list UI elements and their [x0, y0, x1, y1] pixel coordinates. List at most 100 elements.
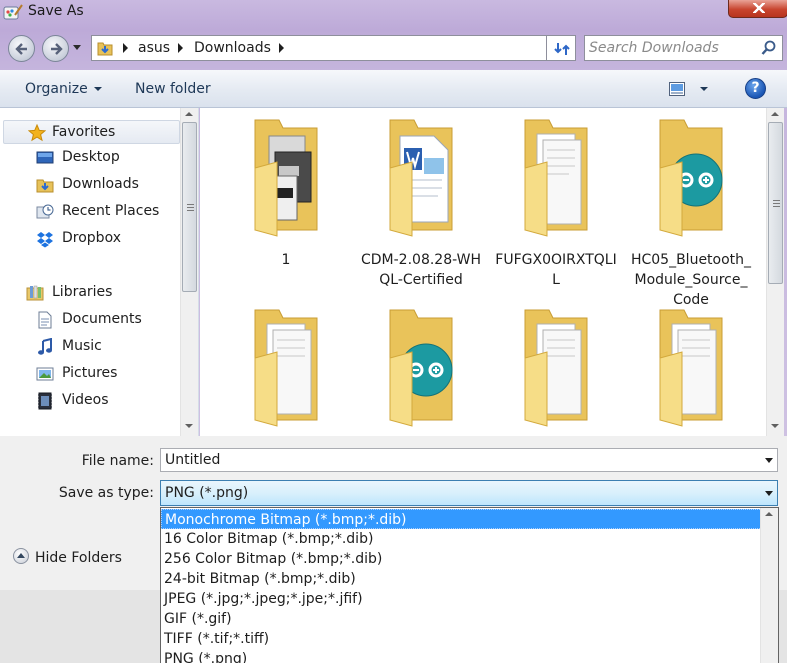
nav-item-label: Videos	[62, 392, 109, 408]
close-button[interactable]	[728, 0, 787, 18]
title-bar: Save As	[0, 0, 787, 26]
folder-with-arduino-icon	[659, 119, 723, 237]
nav-item-label: Libraries	[52, 284, 113, 300]
navigation-pane: Favorites Desktop Downloads Recent Place…	[0, 108, 199, 436]
type-option[interactable]: TIFF (*.tif;*.tiff)	[161, 629, 778, 649]
star-icon	[28, 124, 46, 142]
scroll-up-icon[interactable]	[771, 112, 779, 116]
breadcrumb-separator-icon[interactable]	[277, 42, 285, 54]
grip-line	[773, 206, 780, 207]
new-folder-button[interactable]: New folder	[135, 81, 211, 97]
scrollbar-thumb[interactable]	[768, 122, 783, 284]
back-button[interactable]	[8, 35, 35, 62]
nav-item-videos[interactable]: Videos	[0, 389, 180, 413]
nav-item-music[interactable]: Music	[0, 335, 180, 359]
file-item[interactable]: HC05_Bluetooth_Module_Source_Code	[630, 118, 752, 308]
search-icon[interactable]	[761, 40, 777, 56]
nav-item-label: Music	[62, 338, 102, 354]
breadcrumb-separator-icon[interactable]	[121, 42, 129, 54]
file-name-field[interactable]: Untitled	[160, 448, 778, 472]
grip-line	[187, 210, 194, 211]
forward-button[interactable]	[42, 35, 69, 62]
chevron-down-icon	[93, 87, 102, 91]
grip-line	[187, 204, 194, 205]
nav-item-favorites[interactable]: Favorites	[3, 120, 180, 144]
hide-folders-label: Hide Folders	[35, 550, 122, 566]
type-option[interactable]: GIF (*.gif)	[161, 609, 778, 629]
window-title: Save As	[28, 3, 84, 19]
save-type-dropdown-list[interactable]: Monochrome Bitmap (*.bmp;*.dib) 16 Color…	[160, 507, 779, 663]
nav-item-documents[interactable]: Documents	[0, 308, 180, 332]
file-list-scrollbar[interactable]	[766, 108, 784, 436]
type-option[interactable]: PNG (*.png)	[161, 649, 778, 663]
file-label: HC05_Bluetooth_Module_Source_Code	[630, 252, 752, 308]
organize-label: Organize	[25, 81, 88, 97]
nav-item-recent-places[interactable]: Recent Places	[0, 200, 180, 224]
save-as-window: Save As asus Downloads Search Downloads …	[0, 0, 787, 663]
file-label: CDM-2.08.28-WHQL-Certified	[361, 252, 481, 288]
breadcrumb-downloads[interactable]: Downloads	[194, 40, 271, 56]
file-item[interactable]	[360, 308, 482, 436]
type-option[interactable]: Monochrome Bitmap (*.bmp;*.dib)	[161, 509, 778, 529]
scroll-down-icon[interactable]	[185, 424, 193, 428]
libraries-icon	[26, 285, 44, 301]
address-bar[interactable]: asus Downloads	[91, 35, 631, 61]
hide-folders-button[interactable]: Hide Folders	[13, 548, 122, 566]
nav-item-label: Favorites	[52, 124, 116, 140]
scroll-up-icon[interactable]	[765, 512, 773, 516]
nav-item-label: Desktop	[62, 149, 120, 165]
folder-icon	[659, 309, 723, 427]
arrow-right-icon	[51, 43, 63, 55]
downloads-folder-icon	[36, 179, 54, 193]
chevron-down-icon[interactable]	[765, 491, 773, 496]
nav-item-dropbox[interactable]: Dropbox	[0, 227, 180, 251]
type-option[interactable]: 24-bit Bitmap (*.bmp;*.dib)	[161, 569, 778, 589]
folder-icon	[254, 309, 318, 427]
nav-pane-scrollbar[interactable]	[180, 108, 198, 436]
nav-item-label: Documents	[62, 311, 142, 327]
help-icon[interactable]: ?	[745, 78, 766, 99]
desktop-icon	[36, 151, 54, 164]
music-note-icon	[38, 338, 52, 355]
organize-button[interactable]: Organize	[25, 81, 102, 97]
chevron-up-icon	[13, 548, 29, 564]
file-label: FUFGX0OIRXTQLIL	[495, 252, 617, 288]
change-view-icon[interactable]	[669, 82, 685, 96]
scroll-up-icon[interactable]	[185, 112, 193, 116]
folder-with-photos-icon	[254, 119, 318, 237]
type-option[interactable]: JPEG (*.jpg;*.jpeg;*.jpe;*.jfif)	[161, 589, 778, 609]
save-type-select[interactable]: PNG (*.png)	[160, 480, 778, 506]
nav-item-libraries[interactable]: Libraries	[0, 281, 180, 305]
nav-item-pictures[interactable]: Pictures	[0, 362, 180, 386]
file-item[interactable]	[495, 308, 617, 436]
search-box[interactable]	[584, 35, 783, 61]
nav-item-label: Dropbox	[62, 230, 121, 246]
nav-item-label: Downloads	[62, 176, 139, 192]
file-item[interactable]: FUFGX0OIRXTQLIL	[495, 118, 617, 308]
file-item[interactable]: 1	[225, 118, 347, 308]
refresh-button[interactable]	[547, 35, 576, 61]
documents-icon	[38, 311, 52, 329]
type-option[interactable]: 16 Color Bitmap (*.bmp;*.dib)	[161, 529, 778, 549]
chevron-down-icon[interactable]	[765, 458, 773, 463]
scrollbar-thumb[interactable]	[182, 122, 197, 292]
breadcrumb-separator-icon[interactable]	[176, 42, 184, 54]
nav-item-label: Pictures	[62, 365, 118, 381]
breadcrumb-asus[interactable]: asus	[138, 40, 170, 56]
arrow-left-icon	[15, 43, 27, 55]
file-item[interactable]	[225, 308, 347, 436]
recent-pages-chevron-icon[interactable]	[73, 45, 81, 51]
search-input[interactable]	[589, 38, 759, 58]
folder-icon	[524, 309, 588, 427]
view-options-chevron-icon[interactable]	[700, 87, 708, 91]
scroll-down-icon[interactable]	[771, 424, 779, 428]
type-option[interactable]: 256 Color Bitmap (*.bmp;*.dib)	[161, 549, 778, 569]
recent-places-icon	[36, 204, 54, 219]
nav-item-downloads[interactable]: Downloads	[0, 173, 180, 197]
nav-item-desktop[interactable]: Desktop	[0, 146, 180, 170]
file-name-label: File name:	[81, 453, 154, 469]
dropdown-scrollbar[interactable]	[760, 508, 778, 663]
file-item[interactable]: CDM-2.08.28-WHQL-Certified	[360, 118, 482, 308]
file-item[interactable]	[630, 308, 752, 436]
nav-item-label: Recent Places	[62, 203, 160, 219]
